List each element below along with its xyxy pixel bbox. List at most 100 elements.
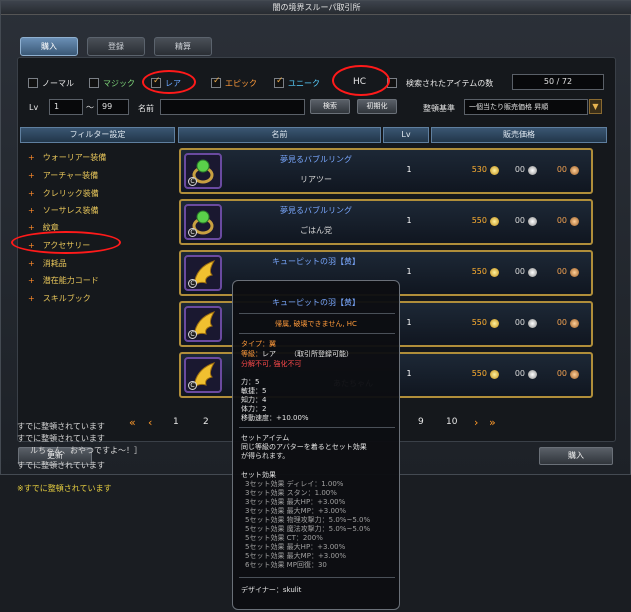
- result-count-label: 検索されたアイテムの数: [406, 79, 494, 88]
- price-copper: 00: [556, 369, 567, 378]
- lv-separator: 〜: [86, 103, 94, 112]
- page-1[interactable]: 1: [173, 417, 179, 427]
- next-page-icon[interactable]: ›: [474, 416, 478, 429]
- category-sorceress[interactable]: + ソーサレス装備: [28, 205, 99, 216]
- page-2[interactable]: 2: [203, 417, 209, 427]
- magic-label: マジック: [103, 79, 135, 88]
- list-item[interactable]: C 夢見るバブルリング リアツー 1 530 00 00: [179, 148, 593, 194]
- tooltip-bind: 帰属, 破壊できません, HC: [275, 320, 357, 328]
- wing-icon: C: [184, 306, 222, 342]
- chat-line: すでに整頓されています: [17, 461, 105, 470]
- grade-note: （取引所登録可能）: [290, 350, 353, 358]
- tab-settle[interactable]: 精算: [154, 37, 212, 56]
- cash-badge-icon: C: [188, 381, 197, 390]
- lv-min-input[interactable]: 1: [49, 99, 83, 115]
- gold-coin-icon: [490, 217, 499, 226]
- category-label: スキルブック: [42, 294, 91, 303]
- price-column-header[interactable]: 販売価格: [431, 127, 607, 143]
- page-10[interactable]: 10: [446, 417, 457, 427]
- lv-max-input[interactable]: 99: [97, 99, 129, 115]
- cash-badge-icon: C: [188, 279, 197, 288]
- cash-badge-icon: C: [188, 228, 197, 237]
- lv-label: Lv: [29, 103, 39, 112]
- price-gold: 550: [471, 318, 487, 327]
- filter-settings-header: フィルター設定: [20, 127, 175, 143]
- epic-label: エピック: [225, 79, 257, 88]
- gold-coin-icon: [490, 268, 499, 277]
- lv-column-header[interactable]: Lv: [383, 127, 429, 143]
- item-lv: 1: [406, 318, 412, 327]
- chat-line: すでに整頓されています: [17, 434, 105, 443]
- tooltip-designer: デザイナー：skulit: [241, 586, 302, 594]
- epic-checkbox[interactable]: [211, 76, 221, 88]
- item-lv: 1: [406, 369, 412, 378]
- annotation-oval-accessory: [11, 231, 121, 254]
- unique-checkbox[interactable]: [274, 76, 284, 88]
- sort-dropdown-chevron-icon[interactable]: ▼: [589, 99, 602, 114]
- buy-button[interactable]: 購入: [539, 447, 613, 465]
- expand-plus-icon: +: [28, 259, 35, 268]
- tooltip-type: タイプ：翼: [241, 340, 276, 348]
- sort-select[interactable]: 一個当たり販売価格 昇順: [464, 99, 588, 115]
- category-label: ソーサレス装備: [42, 206, 99, 215]
- chat-line-system: ※すでに整頓されています: [17, 484, 112, 493]
- expand-plus-icon: +: [28, 153, 35, 162]
- annotation-oval-rare: [142, 70, 196, 94]
- item-seller: ごはん党: [300, 226, 332, 235]
- silver-coin-icon: [528, 319, 537, 328]
- category-potential-code[interactable]: + 潜在能力コード: [28, 275, 99, 286]
- expand-plus-icon: +: [28, 223, 35, 232]
- reset-button[interactable]: 初期化: [357, 99, 397, 114]
- window-title: 闇の境界スルーパ取引所: [1, 1, 631, 15]
- name-column-header[interactable]: 名前: [178, 127, 381, 143]
- item-seller: リアツー: [300, 175, 332, 184]
- wing-icon: C: [184, 357, 222, 393]
- price-silver: 00: [514, 216, 525, 225]
- category-cleric[interactable]: + クレリック装備: [28, 188, 99, 199]
- silver-coin-icon: [528, 268, 537, 277]
- category-label: クレリック装備: [42, 189, 99, 198]
- wing-icon: C: [184, 255, 222, 291]
- divider: [239, 427, 395, 428]
- price-silver: 00: [514, 165, 525, 174]
- first-page-icon[interactable]: «: [129, 416, 136, 429]
- category-consumable[interactable]: + 消耗品: [28, 258, 67, 269]
- category-skillbook[interactable]: + スキルブック: [28, 293, 91, 304]
- expand-plus-icon: +: [28, 189, 35, 198]
- item-lv: 1: [406, 216, 412, 225]
- copper-coin-icon: [570, 166, 579, 175]
- sort-label: 整頓基準: [423, 104, 455, 113]
- item-tooltip: キューピットの羽【黄】 帰属, 破壊できません, HC タイプ：翼 等級：レア （…: [232, 280, 400, 610]
- prev-page-icon[interactable]: ‹: [148, 416, 152, 429]
- tooltip-stat: 移動速度：+10.00%: [241, 414, 309, 422]
- name-label: 名前: [138, 104, 154, 113]
- price-silver: 00: [514, 318, 525, 327]
- price-gold: 530: [471, 165, 487, 174]
- gold-coin-icon: [490, 370, 499, 379]
- expand-plus-icon: +: [28, 206, 35, 215]
- item-lv: 1: [406, 267, 412, 276]
- chat-line: すでに整頓されています: [17, 422, 105, 431]
- tab-buy[interactable]: 購入: [20, 37, 78, 56]
- divider: [239, 313, 395, 314]
- tab-register[interactable]: 登録: [87, 37, 145, 56]
- search-button[interactable]: 検索: [310, 99, 350, 114]
- category-warrior[interactable]: + ウォーリアー装備: [28, 152, 106, 163]
- name-search-input[interactable]: [160, 99, 305, 115]
- last-page-icon[interactable]: »: [489, 416, 496, 429]
- list-item[interactable]: C 夢見るバブルリング ごはん党 1 550 00 00: [179, 199, 593, 245]
- price-silver: 00: [514, 369, 525, 378]
- silver-coin-icon: [528, 370, 537, 379]
- result-count-value: 50 / 72: [512, 74, 604, 90]
- price-copper: 00: [556, 318, 567, 327]
- tooltip-effect: 6セット効果 MP回復：30: [245, 561, 327, 569]
- price-copper: 00: [556, 216, 567, 225]
- ring-icon: C: [184, 204, 222, 240]
- normal-checkbox[interactable]: [28, 78, 38, 88]
- category-archer[interactable]: + アーチャー装備: [28, 170, 98, 181]
- magic-checkbox[interactable]: [89, 78, 99, 88]
- price-copper: 00: [556, 165, 567, 174]
- copper-coin-icon: [570, 370, 579, 379]
- copper-coin-icon: [570, 319, 579, 328]
- page-9[interactable]: 9: [418, 417, 424, 427]
